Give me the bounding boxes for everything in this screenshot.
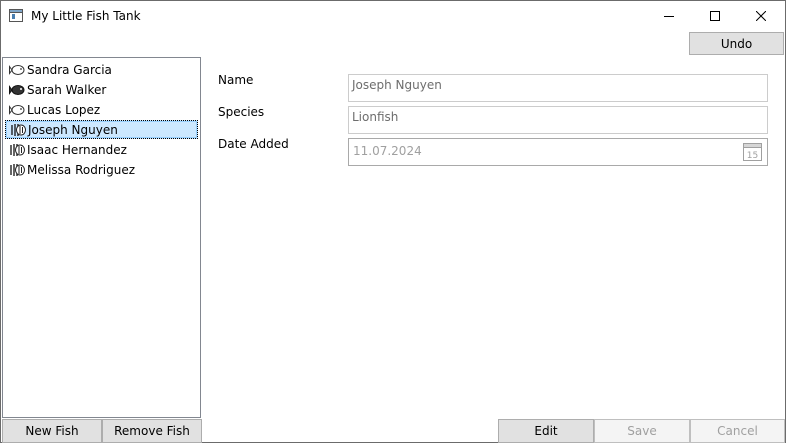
list-item[interactable]: Lucas Lopez [5,100,198,119]
date-added-label: Date Added [218,137,289,151]
title-bar[interactable]: My Little Fish Tank [1,1,785,31]
lionfish-icon [10,143,25,156]
name-field[interactable]: Joseph Nguyen [348,74,768,102]
maximize-button[interactable] [692,1,738,31]
fish-icon [9,64,25,75]
list-item[interactable]: Sandra Garcia [5,60,198,79]
list-item[interactable]: Melissa Rodriguez [5,160,198,179]
list-item-label: Joseph Nguyen [28,122,118,137]
list-item-label: Isaac Hernandez [27,142,127,157]
save-button[interactable]: Save [594,419,690,443]
list-item-label: Sandra Garcia [27,62,112,77]
list-item-label: Lucas Lopez [27,102,101,117]
list-item-label: Sarah Walker [27,82,107,97]
fish-icon [9,104,25,115]
date-added-value: 11.07.2024 [353,144,422,158]
app-window-icon [9,9,23,22]
name-label: Name [218,73,254,87]
minimize-icon [664,16,674,17]
list-item[interactable]: Sarah Walker [5,80,198,99]
list-item[interactable]: Isaac Hernandez [5,140,198,159]
lionfish-icon [11,123,26,136]
minimize-button[interactable] [646,1,692,31]
app-window: My Little Fish Tank Undo Sandra Garcia S… [0,0,786,443]
lionfish-icon [10,163,25,176]
remove-fish-button[interactable]: Remove Fish [102,419,202,443]
cancel-button[interactable]: Cancel [690,419,785,443]
fish-dark-icon [9,84,25,95]
edit-button[interactable]: Edit [498,419,594,443]
fish-list[interactable]: Sandra Garcia Sarah Walker Lucas Lopez J… [2,57,201,418]
new-fish-button[interactable]: New Fish [2,419,102,443]
maximize-icon [710,11,720,21]
window-title: My Little Fish Tank [31,9,141,23]
date-added-picker[interactable]: 11.07.2024 15 [348,138,768,166]
species-label: Species [218,105,265,119]
close-icon [756,11,766,21]
calendar-icon[interactable]: 15 [743,142,762,161]
close-button[interactable] [738,1,784,31]
species-field[interactable]: Lionfish [348,106,768,134]
undo-button[interactable]: Undo [689,32,784,55]
list-item-selected[interactable]: Joseph Nguyen [5,120,198,139]
calendar-day: 15 [747,151,758,161]
list-item-label: Melissa Rodriguez [27,162,136,177]
